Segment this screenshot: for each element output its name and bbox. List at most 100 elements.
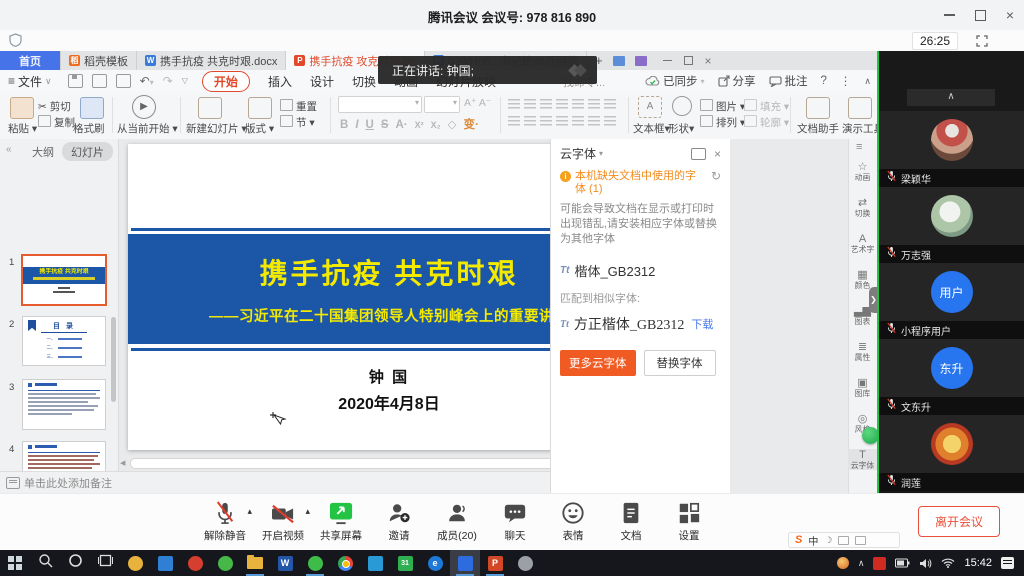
play-from-current-icon[interactable]: ▶	[132, 95, 156, 119]
caret-up-icon[interactable]: ▴	[247, 506, 252, 517]
format-painter-icon[interactable]	[80, 97, 104, 119]
outline-button[interactable]: 轮廓 ▾	[744, 115, 789, 130]
paragraph-row-bottom[interactable]	[508, 116, 620, 129]
docs-button[interactable]: 文档	[602, 498, 660, 546]
close-button[interactable]: ×	[1006, 8, 1014, 22]
more-cloud-fonts-button[interactable]: 更多云字体	[560, 350, 636, 376]
minimize-button[interactable]	[944, 14, 955, 16]
layout-label[interactable]: 版式 ▾	[245, 121, 274, 136]
tab-outline[interactable]: 大纲	[32, 144, 54, 160]
missing-font-item[interactable]: Tt 楷体_GB2312	[560, 261, 721, 280]
arrange-button[interactable]: 排列 ▾	[700, 115, 745, 130]
thumbnail-scrollbar[interactable]	[111, 259, 116, 484]
leave-meeting-button[interactable]: 离开会议	[918, 506, 1000, 537]
wifi-icon[interactable]	[941, 558, 955, 568]
ime-toolbar[interactable]: S 中 ☽	[788, 532, 900, 548]
clock[interactable]: 15:42	[964, 557, 992, 569]
taskbar-task-view-icon[interactable]	[90, 550, 120, 576]
print-preview-icon[interactable]	[116, 74, 131, 88]
italic-button[interactable]: I	[355, 119, 358, 131]
text-box-icon[interactable]: A	[638, 96, 662, 118]
more-options-icon[interactable]: ⋮	[840, 74, 852, 88]
grow-font-icon[interactable]: A⁺ A⁻	[464, 97, 491, 109]
taskbar-app-lightblue-icon[interactable]	[360, 550, 390, 576]
feedback-icon[interactable]	[691, 148, 706, 160]
taskbar-tencent-meeting-icon[interactable]	[450, 550, 480, 576]
save-icon[interactable]	[68, 74, 83, 88]
taskbar-chrome-icon[interactable]	[330, 550, 360, 576]
slide-thumbnail-1[interactable]: 携手抗疫 共克时艰	[21, 254, 107, 306]
sync-status[interactable]: 已同步 ▾	[645, 73, 705, 89]
document-tab-home[interactable]: 首页	[0, 51, 61, 70]
fullscreen-icon[interactable]	[976, 34, 988, 52]
taskbar-search-icon[interactable]	[30, 550, 60, 576]
superscript-button[interactable]: X²	[415, 120, 424, 130]
new-slide-label[interactable]: 新建幻灯片 ▾	[186, 121, 247, 136]
maximize-button[interactable]	[975, 10, 986, 21]
underline-button[interactable]: U	[366, 119, 374, 131]
paste-label[interactable]: 粘贴 ▾	[8, 121, 37, 136]
participant-tile[interactable]: 万志强	[879, 187, 1024, 263]
side-tab-gallery[interactable]: ▣图库	[848, 377, 877, 398]
slide-thumbnail-2[interactable]: 目 录 一、 二、 三、	[22, 316, 106, 366]
collapse-panel-icon[interactable]: «	[6, 144, 12, 155]
settings-button[interactable]: 设置	[660, 498, 718, 546]
taskbar-word-icon[interactable]: W	[270, 550, 300, 576]
section-button[interactable]: 节 ▾	[280, 115, 315, 130]
taskbar-wechat-icon[interactable]	[300, 550, 330, 576]
side-tab-wordart[interactable]: A艺术字	[848, 233, 877, 254]
participant-tile[interactable]: 用户小程序用户	[879, 263, 1024, 339]
file-menu[interactable]: ≡ 文件 ∨	[0, 73, 60, 90]
share-screen-button[interactable]: 共享屏幕	[312, 498, 370, 546]
text-box-label[interactable]: 文本框▾	[633, 121, 670, 136]
slide-thumbnail-3[interactable]	[22, 379, 106, 430]
font-size-combo[interactable]	[424, 96, 460, 113]
download-link[interactable]: 下载	[691, 316, 713, 332]
taskbar-app-blue-icon[interactable]	[150, 550, 180, 576]
present-tools-icon[interactable]	[848, 97, 872, 119]
strikethrough-button[interactable]: S	[381, 119, 389, 131]
print-icon[interactable]	[92, 74, 107, 88]
taskbar-app-green-icon[interactable]	[210, 550, 240, 576]
volume-icon[interactable]	[919, 558, 932, 569]
caret-up-icon[interactable]: ▴	[305, 506, 310, 517]
doc-assistant-icon[interactable]	[806, 97, 830, 119]
tab-slides[interactable]: 幻灯片	[62, 142, 113, 161]
share-button[interactable]: 分享	[718, 73, 756, 89]
taskbar-edge-icon[interactable]: e	[420, 550, 450, 576]
tab-tool-icon[interactable]	[613, 56, 625, 66]
phonetic-button[interactable]: 变·	[464, 119, 479, 131]
invite-button[interactable]: 邀请	[370, 498, 428, 546]
paragraph-row-top[interactable]	[508, 99, 620, 112]
font-color-button[interactable]: A·	[396, 119, 408, 131]
unmute-button[interactable]: ▴解除静音	[196, 498, 254, 546]
wps-minimize-button[interactable]	[663, 60, 672, 62]
refresh-icon[interactable]: ↻	[711, 170, 721, 183]
ime-moon-icon[interactable]: ☽	[824, 535, 832, 546]
participant-tile[interactable]: 润莲	[879, 415, 1024, 491]
close-pane-icon[interactable]: ×	[714, 147, 721, 161]
comment-button[interactable]: 批注	[769, 73, 808, 89]
subscript-button[interactable]: X₂	[431, 120, 441, 130]
ribbon-tab-插入[interactable]: 插入	[268, 73, 292, 90]
strip-menu-icon[interactable]: ≡	[856, 141, 862, 153]
participant-tile[interactable]: 东升文东升	[879, 339, 1024, 415]
chat-button[interactable]: 聊天	[486, 498, 544, 546]
notification-center-icon[interactable]	[1001, 557, 1014, 569]
hidden-icons-chevron[interactable]: ∧	[858, 558, 865, 569]
taskbar-file-explorer-icon[interactable]	[240, 550, 270, 576]
ribbon-tab-设计[interactable]: 设计	[310, 73, 334, 90]
members-button[interactable]: 成员(20)	[428, 498, 486, 546]
format-painter-label[interactable]: 格式刷	[73, 121, 105, 136]
taskbar-powerpoint-icon[interactable]: P	[480, 550, 510, 576]
bold-button[interactable]: B	[340, 119, 348, 131]
picture-button[interactable]: 图片 ▾	[700, 99, 745, 114]
wps-close-button[interactable]: ×	[705, 55, 712, 67]
clear-format-button[interactable]: ◇	[448, 119, 457, 131]
wps-maximize-button[interactable]	[684, 56, 693, 65]
redo-icon[interactable]: ↷	[163, 75, 173, 87]
fill-button[interactable]: 填充 ▾	[744, 99, 789, 114]
side-tab-animation[interactable]: ☆动画	[848, 161, 877, 182]
side-tab-cloud-font[interactable]: T云字体	[848, 449, 877, 470]
antivirus-tray-icon[interactable]	[873, 557, 886, 570]
